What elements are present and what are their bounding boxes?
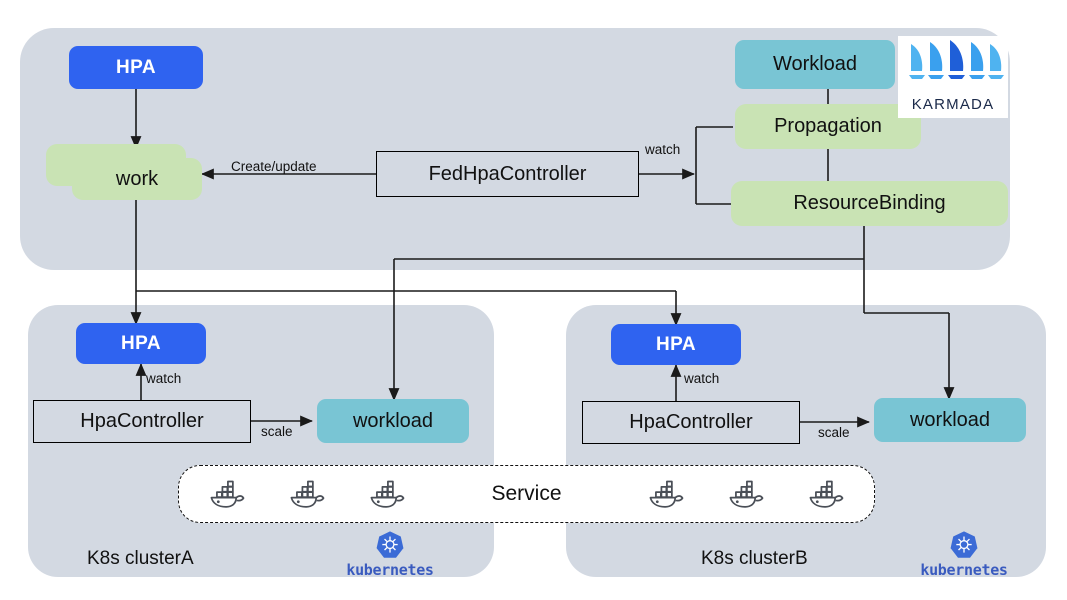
resource-binding[interactable]: ResourceBinding xyxy=(731,181,1008,226)
docker-whale-icon xyxy=(724,478,768,510)
control-plane-hpa[interactable]: HPA xyxy=(69,46,203,89)
docker-whale-icon xyxy=(285,478,329,510)
docker-whale-icon xyxy=(365,478,409,510)
docker-whale-icon xyxy=(205,478,249,510)
docker-whale-icon xyxy=(644,478,688,510)
cluster-a-label: K8s clusterA xyxy=(87,548,194,569)
kubernetes-logo-cluster-b: kubernetes xyxy=(914,530,1014,579)
kubernetes-logo-cluster-a: kubernetes xyxy=(340,530,440,579)
kubernetes-wordmark: kubernetes xyxy=(920,561,1008,579)
watch-label-control: watch xyxy=(645,142,681,157)
service-label: Service xyxy=(491,482,562,505)
propagation-policy[interactable]: Propagation xyxy=(735,104,921,149)
kubernetes-helm-icon xyxy=(950,531,978,558)
kubernetes-helm-icon xyxy=(376,531,404,558)
docker-whale-icon xyxy=(804,478,848,510)
fed-hpa-controller[interactable]: FedHpaController xyxy=(376,151,639,197)
watch-label-cluster-a: watch xyxy=(146,371,182,386)
karmada-wordmark: KARMADA xyxy=(911,96,995,113)
cluster-b-label: K8s clusterB xyxy=(701,548,808,569)
diagram-canvas: Service HPA work FedHpaController Worklo… xyxy=(0,0,1067,600)
scale-label-cluster-b: scale xyxy=(818,425,850,440)
cluster-b-workload[interactable]: workload xyxy=(874,398,1026,442)
create-update-label: Create/update xyxy=(231,159,317,174)
cluster-b-hpa-controller[interactable]: HpaController xyxy=(582,401,800,444)
work-node[interactable]: work xyxy=(72,158,202,200)
cluster-a-hpa[interactable]: HPA xyxy=(76,323,206,364)
karmada-logo: KARMADA xyxy=(898,36,1008,118)
cluster-a-hpa-controller[interactable]: HpaController xyxy=(33,400,251,443)
kubernetes-wordmark: kubernetes xyxy=(346,561,434,579)
cluster-b-hpa[interactable]: HPA xyxy=(611,324,741,365)
scale-label-cluster-a: scale xyxy=(261,424,293,439)
service-box: Service xyxy=(178,465,875,523)
cluster-a-workload[interactable]: workload xyxy=(317,399,469,443)
control-plane-workload[interactable]: Workload xyxy=(735,40,895,89)
watch-label-cluster-b: watch xyxy=(684,371,720,386)
